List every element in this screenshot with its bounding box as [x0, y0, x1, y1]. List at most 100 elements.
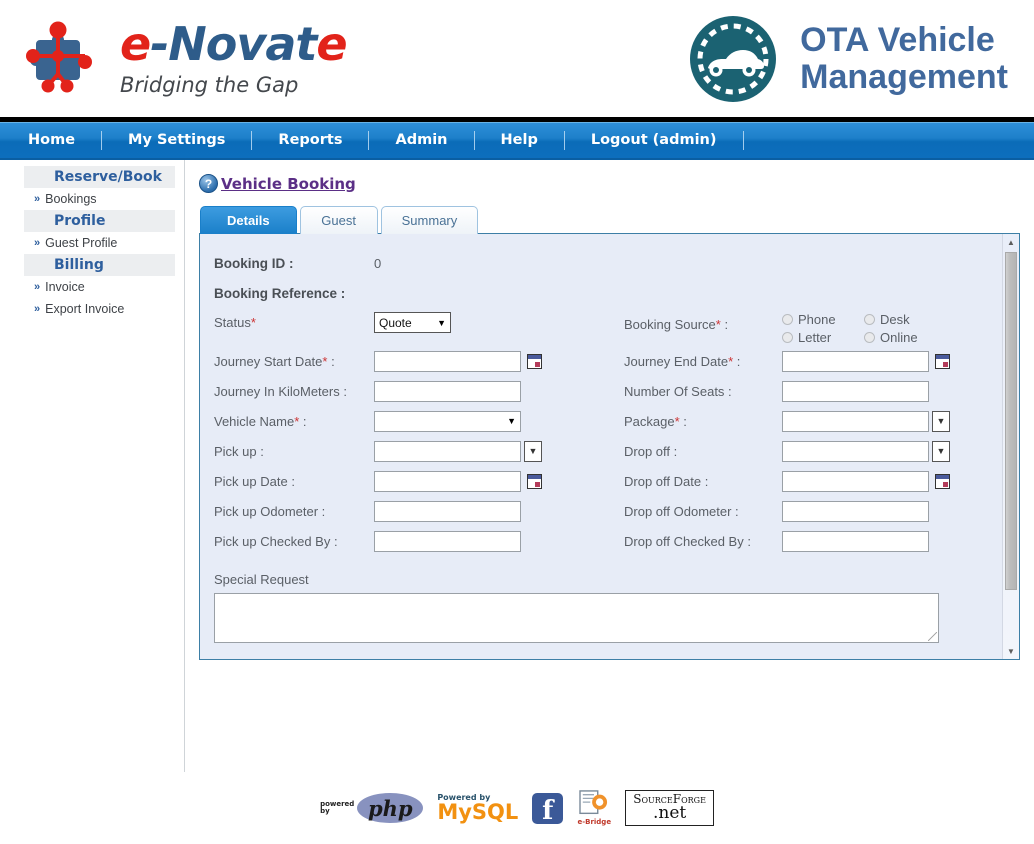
form-row-booking-reference: Booking Reference : [214, 278, 995, 308]
calendar-icon[interactable] [527, 354, 542, 369]
brand-name-mid: -Novat [150, 17, 316, 71]
sidebar-item-label: Bookings [45, 192, 96, 206]
question-mark-icon[interactable]: ? [199, 174, 218, 193]
pick-up-input[interactable] [374, 441, 521, 462]
pick-up-date-input[interactable] [374, 471, 521, 492]
field-booking-reference: Booking Reference : [214, 286, 624, 301]
nav-item-reports[interactable]: Reports [252, 121, 368, 159]
field-pick-up-date: Pick up Date : [214, 471, 624, 492]
radio-icon[interactable] [782, 314, 793, 325]
status-label: Status* [214, 312, 374, 330]
drop-off-checked-by-input[interactable] [782, 531, 929, 552]
sidebar-item-guest-profile[interactable]: » Guest Profile [0, 232, 184, 254]
calendar-icon[interactable] [935, 354, 950, 369]
number-of-seats-input[interactable] [782, 381, 929, 402]
booking-id-label: Booking ID : [214, 256, 374, 271]
facebook-icon[interactable]: f [532, 793, 563, 824]
field-pick-up: Pick up : ▼ [214, 441, 624, 462]
journey-kilometers-label: Journey In KiloMeters : [214, 384, 374, 399]
app-page: e-Novate Bridging the Gap [0, 0, 1034, 772]
body-wrapper: Reserve/Book » Bookings Profile » Guest … [0, 160, 1034, 772]
journey-start-date-input[interactable] [374, 351, 521, 372]
nav-separator [564, 131, 565, 150]
special-request-textarea[interactable] [215, 594, 938, 642]
page-title[interactable]: Vehicle Booking [221, 175, 356, 193]
nav-item-admin[interactable]: Admin [369, 121, 473, 159]
sourceforge-wordmark: SourceForge [633, 793, 706, 805]
tab-summary[interactable]: Summary [381, 206, 479, 234]
app-title-area: OTA Vehicle Management [686, 12, 1008, 106]
field-vehicle-name: Vehicle Name* : ▼ [214, 411, 624, 432]
drop-off-odometer-input[interactable] [782, 501, 929, 522]
drop-off-input[interactable] [782, 441, 929, 462]
form-row-pickup-dropoff-date: Pick up Date : Drop off Date : [214, 466, 995, 496]
pick-up-odometer-input[interactable] [374, 501, 521, 522]
sidebar-item-export-invoice[interactable]: » Export Invoice [0, 298, 184, 320]
form-row-status-source: Status* Quote ▼ Booking Source* : [214, 308, 995, 346]
status-selected-value: Quote [379, 316, 412, 330]
ebridge-logo-icon[interactable]: e-Bridge [577, 790, 611, 826]
sidebar-item-label: Guest Profile [45, 236, 117, 250]
nav-item-home[interactable]: Home [0, 121, 101, 159]
main-navigation: Home My Settings Reports Admin Help Logo… [0, 122, 1034, 160]
php-powered-line2: by [320, 808, 354, 815]
drop-off-date-input[interactable] [782, 471, 929, 492]
mysql-wordmark: MySQL [437, 802, 518, 823]
sidebar-item-bookings[interactable]: » Bookings [0, 188, 184, 210]
page-title-row: ? Vehicle Booking [199, 174, 1034, 193]
drop-off-label: Drop off : [624, 444, 782, 459]
field-journey-end-date: Journey End Date* : [624, 351, 950, 372]
nav-item-my-settings[interactable]: My Settings [102, 121, 251, 159]
scroll-down-arrow-icon[interactable]: ▼ [1003, 643, 1019, 659]
drop-off-dropdown-button[interactable]: ▼ [932, 441, 950, 462]
radio-icon[interactable] [782, 332, 793, 343]
package-dropdown-button[interactable]: ▼ [932, 411, 950, 432]
tab-details[interactable]: Details [200, 206, 297, 234]
radio-option-online[interactable]: Online [864, 330, 918, 345]
sidebar-item-label: Invoice [45, 280, 85, 294]
sidebar-group-reserve-book: Reserve/Book [24, 166, 175, 188]
brand-text-block: e-Novate Bridging the Gap [120, 21, 347, 97]
chevron-down-icon: ▼ [507, 416, 516, 426]
form-row-journey-dates: Journey Start Date* : Journey End Date* … [214, 346, 995, 376]
field-drop-off-odometer: Drop off Odometer : [624, 501, 929, 522]
scrollbar-thumb[interactable] [1005, 252, 1017, 590]
field-pick-up-odometer: Pick up Odometer : [214, 501, 624, 522]
booking-id-value: 0 [374, 256, 381, 271]
journey-end-date-input[interactable] [782, 351, 929, 372]
pick-up-dropdown-button[interactable]: ▼ [524, 441, 542, 462]
nav-item-logout[interactable]: Logout (admin) [565, 121, 743, 159]
nav-separator [368, 131, 369, 150]
radio-icon[interactable] [864, 332, 875, 343]
scroll-up-arrow-icon[interactable]: ▲ [1003, 234, 1019, 250]
drop-off-odometer-label: Drop off Odometer : [624, 504, 782, 519]
brand-name: e-Novate [120, 21, 347, 67]
brand-name-e1: e [120, 17, 150, 71]
nav-item-help[interactable]: Help [475, 121, 564, 159]
radio-option-letter[interactable]: Letter [782, 330, 852, 345]
calendar-icon[interactable] [527, 474, 542, 489]
footer: powered by php Powered by MySQL f e-Brid… [0, 772, 1034, 844]
drop-off-date-label: Drop off Date : [624, 474, 782, 489]
field-journey-start-date: Journey Start Date* : [214, 351, 624, 372]
sidebar-item-invoice[interactable]: » Invoice [0, 276, 184, 298]
form-row-booking-id: Booking ID : 0 [214, 248, 995, 278]
booking-source-radio-group: Phone Desk [782, 312, 930, 345]
package-input[interactable] [782, 411, 929, 432]
panel-vertical-scrollbar[interactable]: ▲ ▼ [1002, 234, 1019, 659]
radio-icon[interactable] [864, 314, 875, 325]
resize-grip-icon[interactable] [928, 632, 937, 641]
vehicle-name-select[interactable]: ▼ [374, 411, 521, 432]
pick-up-checked-by-input[interactable] [374, 531, 521, 552]
radio-option-desk[interactable]: Desk [864, 312, 910, 327]
status-select[interactable]: Quote ▼ [374, 312, 451, 333]
journey-kilometers-input[interactable] [374, 381, 521, 402]
radio-option-phone[interactable]: Phone [782, 312, 852, 327]
mysql-my: My [437, 800, 472, 824]
sourceforge-net: .net [633, 805, 706, 822]
radio-label: Letter [798, 330, 831, 345]
brand-name-e2: e [316, 17, 346, 71]
calendar-icon[interactable] [935, 474, 950, 489]
sourceforge-logo[interactable]: SourceForge .net [625, 790, 714, 826]
tab-guest[interactable]: Guest [300, 206, 378, 234]
